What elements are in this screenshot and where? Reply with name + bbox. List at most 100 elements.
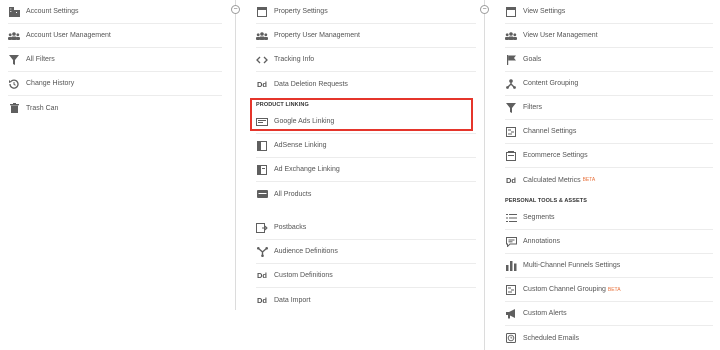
- segments-label: Segments: [523, 214, 555, 221]
- postbacks-icon: [256, 222, 268, 234]
- custom-alerts-item[interactable]: Custom Alerts: [505, 302, 713, 326]
- content-grouping-item[interactable]: Content Grouping: [505, 72, 713, 96]
- postbacks-label: Postbacks: [274, 224, 307, 231]
- account-user-management-item[interactable]: Account User Management: [8, 24, 222, 48]
- account-column: Account Settings Account User Management…: [8, 0, 222, 120]
- view-user-management-item[interactable]: View User Management: [505, 24, 713, 48]
- audience-definitions-label: Audience Definitions: [274, 248, 338, 255]
- ecommerce-settings-label: Ecommerce Settings: [523, 152, 588, 159]
- all-products-item[interactable]: All Products: [256, 182, 476, 206]
- tracking-info-label: Tracking Info: [274, 56, 315, 63]
- cart-icon: [505, 150, 517, 162]
- beta-badge: BETA: [607, 286, 621, 293]
- trash-icon: [8, 102, 20, 114]
- goals-item[interactable]: Goals: [505, 48, 713, 72]
- property-user-management-label: Property User Management: [274, 32, 360, 39]
- view-user-management-label: View User Management: [523, 32, 598, 39]
- account-settings-label: Account Settings: [26, 8, 79, 15]
- custom-channel-grouping-item[interactable]: Custom Channel Grouping BETA: [505, 278, 713, 302]
- dd-icon: Dd: [257, 295, 267, 305]
- bar-chart-icon: [505, 260, 517, 272]
- segments-item[interactable]: Segments: [505, 206, 713, 230]
- annotations-label: Annotations: [523, 238, 560, 245]
- google-ads-linking-highlight: [250, 98, 473, 131]
- audience-icon: [256, 246, 268, 258]
- postbacks-item[interactable]: Postbacks: [256, 216, 476, 240]
- scheduled-emails-label: Scheduled Emails: [523, 334, 580, 342]
- history-icon: [8, 78, 20, 90]
- view-settings-label: View Settings: [523, 8, 566, 15]
- view-settings-icon: [505, 6, 517, 18]
- all-filters-item[interactable]: All Filters: [8, 48, 222, 72]
- channel-settings-item[interactable]: Channel Settings: [505, 120, 713, 144]
- channel-grouping-icon: [505, 284, 517, 296]
- calculated-metrics-label: Calculated Metrics: [523, 176, 581, 184]
- personal-tools-heading: PERSONAL TOOLS & ASSETS: [505, 198, 587, 204]
- data-import-item[interactable]: Dd Data Import: [256, 288, 476, 312]
- dd-icon: Dd: [506, 175, 516, 185]
- content-grouping-label: Content Grouping: [523, 80, 579, 87]
- custom-definitions-label: Custom Definitions: [274, 272, 333, 279]
- code-icon: [256, 54, 268, 66]
- data-deletion-requests-label: Data Deletion Requests: [274, 80, 348, 88]
- custom-channel-grouping-label: Custom Channel Grouping: [523, 286, 606, 293]
- trash-can-item[interactable]: Trash Can: [8, 96, 222, 120]
- property-column: Property Settings Property User Manageme…: [256, 0, 476, 312]
- column-divider: [484, 0, 485, 350]
- scheduled-emails-item[interactable]: Scheduled Emails: [505, 326, 713, 350]
- filter-icon: [8, 54, 20, 66]
- account-settings-item[interactable]: Account Settings: [8, 0, 222, 24]
- multi-channel-funnels-settings-item[interactable]: Multi-Channel Funnels Settings: [505, 254, 713, 278]
- all-products-label: All Products: [274, 190, 312, 198]
- collapse-property-button[interactable]: −: [480, 5, 489, 14]
- beta-badge: BETA: [582, 177, 596, 183]
- flag-icon: [505, 54, 517, 66]
- trash-can-label: Trash Can: [26, 104, 59, 112]
- filters-label: Filters: [523, 104, 543, 111]
- ecommerce-settings-item[interactable]: Ecommerce Settings: [505, 144, 713, 168]
- data-deletion-requests-item[interactable]: Dd Data Deletion Requests: [256, 72, 476, 96]
- ad-exchange-icon: [256, 164, 268, 176]
- data-import-label: Data Import: [274, 296, 311, 304]
- goals-label: Goals: [523, 56, 542, 63]
- channel-settings-label: Channel Settings: [523, 128, 577, 135]
- content-grouping-icon: [505, 78, 517, 90]
- property-user-management-item[interactable]: Property User Management: [256, 24, 476, 48]
- filter-icon: [505, 102, 517, 114]
- calculated-metrics-item[interactable]: Dd Calculated Metrics BETA: [505, 168, 713, 192]
- property-settings-item[interactable]: Property Settings: [256, 0, 476, 24]
- users-icon: [505, 30, 517, 42]
- adsense-linking-label: AdSense Linking: [274, 142, 327, 149]
- property-settings-label: Property Settings: [274, 8, 328, 15]
- adsense-icon: [256, 140, 268, 152]
- view-column: View Settings View User Management Goals…: [505, 0, 713, 350]
- adsense-linking-item[interactable]: AdSense Linking: [256, 134, 476, 158]
- all-filters-label: All Filters: [26, 56, 55, 63]
- dd-icon: Dd: [257, 79, 267, 89]
- dd-icon: Dd: [257, 271, 267, 280]
- ad-exchange-linking-item[interactable]: Ad Exchange Linking: [256, 158, 476, 182]
- clock-icon: [505, 332, 517, 344]
- megaphone-icon: [505, 308, 517, 320]
- change-history-label: Change History: [26, 80, 75, 87]
- users-icon: [256, 30, 268, 42]
- annotations-icon: [505, 236, 517, 248]
- filters-item[interactable]: Filters: [505, 96, 713, 120]
- users-icon: [8, 30, 20, 42]
- column-divider: [235, 0, 236, 310]
- annotations-item[interactable]: Annotations: [505, 230, 713, 254]
- all-products-icon: [256, 188, 268, 200]
- custom-definitions-item[interactable]: Dd Custom Definitions: [256, 264, 476, 288]
- change-history-item[interactable]: Change History: [8, 72, 222, 96]
- property-settings-icon: [256, 6, 268, 18]
- view-settings-item[interactable]: View Settings: [505, 0, 713, 24]
- multi-channel-funnels-settings-label: Multi-Channel Funnels Settings: [523, 262, 621, 269]
- tracking-info-item[interactable]: Tracking Info: [256, 48, 476, 72]
- custom-alerts-label: Custom Alerts: [523, 310, 567, 317]
- collapse-account-button[interactable]: −: [231, 5, 240, 14]
- audience-definitions-item[interactable]: Audience Definitions: [256, 240, 476, 264]
- channel-settings-icon: [505, 126, 517, 138]
- segments-icon: [505, 212, 517, 224]
- account-user-management-label: Account User Management: [26, 32, 111, 39]
